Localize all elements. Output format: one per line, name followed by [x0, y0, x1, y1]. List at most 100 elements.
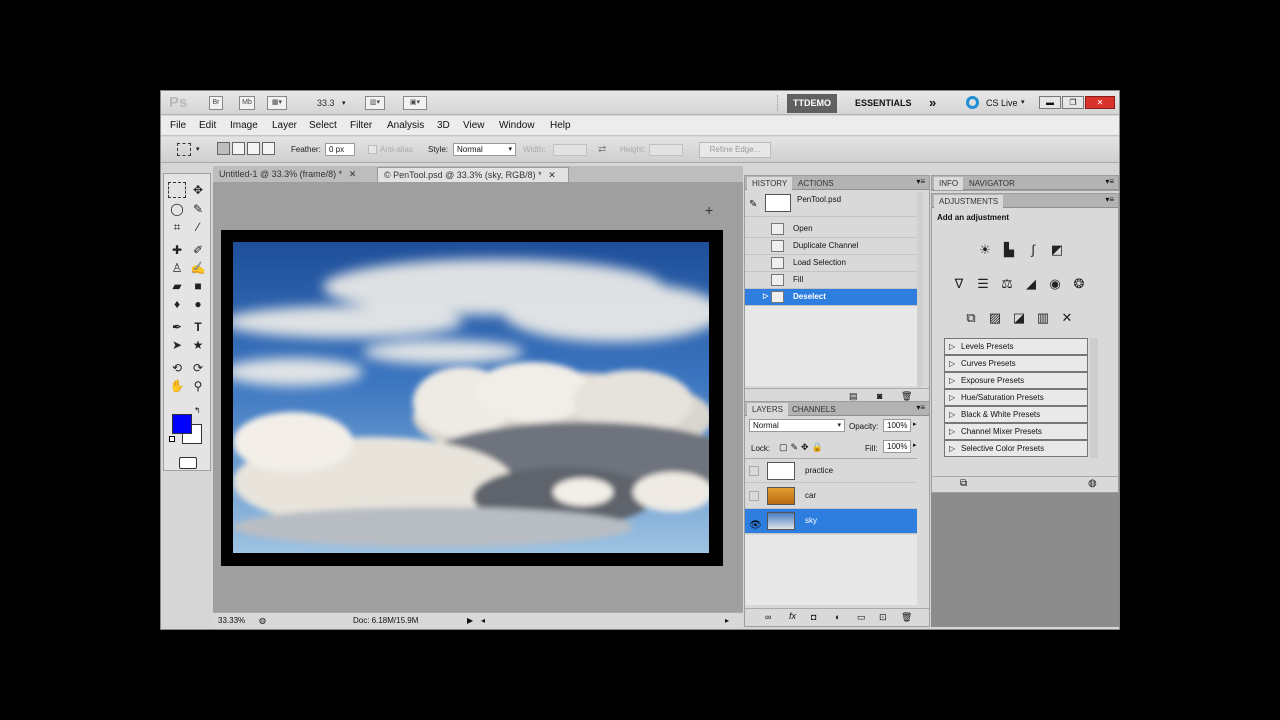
clone-stamp-tool-icon[interactable]: ♙ — [168, 260, 186, 276]
menu-window[interactable]: Window — [499, 120, 535, 131]
restore-button[interactable]: ❐ — [1062, 96, 1084, 109]
photo-filter-icon[interactable]: ◉ — [1046, 276, 1064, 292]
swap-colors-icon[interactable]: ↰ — [194, 406, 201, 415]
black-white-icon[interactable]: ◢ — [1022, 276, 1040, 292]
clip-to-layer-icon[interactable]: ◍ — [1088, 478, 1097, 489]
screen-mode-button[interactable]: ▣▾ — [403, 96, 427, 110]
subtract-selection-icon[interactable] — [247, 142, 260, 155]
menu-image[interactable]: Image — [230, 120, 258, 131]
pen-tool-icon[interactable]: ✒ — [168, 319, 186, 335]
menu-view[interactable]: View — [463, 120, 485, 131]
return-to-list-icon[interactable]: ⧉ — [960, 478, 967, 489]
color-balance-icon[interactable]: ⚖ — [998, 276, 1016, 292]
levels-icon[interactable]: ▙ — [1000, 242, 1018, 258]
quick-selection-tool-icon[interactable]: ✎ — [189, 201, 207, 217]
visibility-toggle[interactable] — [749, 491, 759, 501]
lock-icons[interactable]: ▢✎✥🔒 — [779, 442, 826, 453]
tab-info[interactable]: INFO — [934, 177, 964, 190]
add-to-selection-icon[interactable] — [232, 142, 245, 155]
tab-navigator[interactable]: NAVIGATOR — [964, 177, 1020, 190]
preset-item[interactable]: ▷ Selective Color Presets — [944, 440, 1088, 457]
quick-mask-icon[interactable] — [179, 457, 197, 469]
layer-style-icon[interactable]: fx — [789, 611, 796, 621]
healing-brush-tool-icon[interactable]: ✚ — [168, 242, 186, 258]
workspace-ttdemo[interactable]: TTDEMO — [787, 94, 837, 113]
blur-tool-icon[interactable]: ♦ — [168, 296, 186, 312]
history-item[interactable]: Duplicate Channel — [745, 238, 917, 255]
type-tool-icon[interactable]: T — [189, 319, 207, 335]
fill-input[interactable]: 100% — [883, 440, 911, 453]
minimize-button[interactable]: ▬ — [1039, 96, 1061, 109]
tab-actions[interactable]: ACTIONS — [793, 177, 839, 190]
scroll-right-icon[interactable]: ▸ — [725, 616, 729, 625]
tool-preset-dropdown-icon[interactable]: ▾ — [196, 145, 200, 153]
curves-icon[interactable]: ∫ — [1024, 242, 1042, 258]
panel-menu-icon[interactable]: ▾≡ — [916, 177, 925, 186]
width-input[interactable] — [553, 144, 587, 156]
lasso-tool-icon[interactable]: ◯ — [168, 201, 186, 217]
history-snapshot[interactable]: ✎ PenTool.psd — [745, 191, 917, 217]
panel-menu-icon[interactable]: ▾≡ — [1105, 195, 1114, 204]
zoom-tool-icon[interactable]: ⚲ — [189, 378, 207, 394]
channel-mixer-icon[interactable]: ❂ — [1070, 276, 1088, 292]
move-tool-icon[interactable]: ✥ — [189, 182, 207, 198]
preset-item[interactable]: ▷ Levels Presets — [944, 338, 1088, 355]
threshold-icon[interactable]: ◪ — [1010, 310, 1028, 326]
adjustment-layer-icon[interactable]: ◐ — [835, 612, 840, 622]
zoom-dropdown-icon[interactable]: ▾ — [342, 99, 346, 107]
arrange-documents-button[interactable]: ▥▾ — [365, 96, 385, 110]
menu-help[interactable]: Help — [550, 120, 571, 131]
cs-live-dropdown-icon[interactable]: ▾ — [1021, 98, 1025, 106]
shape-tool-icon[interactable]: ★ — [189, 337, 207, 353]
workspace-essentials[interactable]: ESSENTIALS — [849, 94, 918, 113]
tab-history[interactable]: HISTORY — [747, 177, 793, 190]
layer-row-selected[interactable]: 👁 sky — [745, 509, 917, 534]
default-colors-icon[interactable] — [169, 436, 175, 442]
preset-item[interactable]: ▷ Hue/Saturation Presets — [944, 389, 1088, 406]
3d-rotate-tool-icon[interactable]: ⟲ — [168, 360, 186, 376]
history-brush-icon[interactable]: ✎ — [749, 196, 757, 214]
mini-bridge-button[interactable]: Mb — [239, 96, 255, 110]
exposure-icon[interactable]: ◩ — [1048, 242, 1066, 258]
panel-menu-icon[interactable]: ▾≡ — [1105, 177, 1114, 186]
dodge-tool-icon[interactable]: ● — [189, 296, 207, 312]
status-menu-arrow-icon[interactable]: ▶ — [467, 616, 473, 625]
visibility-toggle[interactable] — [749, 466, 759, 476]
history-brush-tool-icon[interactable]: ✍ — [189, 260, 207, 276]
posterize-icon[interactable]: ▨ — [986, 310, 1004, 326]
more-workspaces-icon[interactable]: » — [929, 95, 936, 110]
crop-tool-icon[interactable]: ⌗ — [168, 219, 186, 235]
brightness-contrast-icon[interactable]: ☀ — [976, 242, 994, 258]
marquee-tool-icon[interactable] — [168, 182, 186, 198]
history-item[interactable]: Fill — [745, 272, 917, 289]
eyedropper-tool-icon[interactable]: ⁄ — [189, 219, 207, 235]
history-item[interactable]: Open — [745, 221, 917, 238]
layer-row[interactable]: car — [745, 484, 917, 509]
canvas-area[interactable]: + — [213, 182, 743, 612]
style-select[interactable]: Normal ▾ — [453, 143, 516, 156]
new-snapshot-icon[interactable]: ◙ — [877, 391, 882, 401]
invert-icon[interactable]: ⧉ — [962, 310, 980, 326]
swap-icon[interactable]: ⇄ — [598, 144, 606, 155]
3d-orbit-tool-icon[interactable]: ⟳ — [189, 360, 207, 376]
preset-item[interactable]: ▷ Exposure Presets — [944, 372, 1088, 389]
path-selection-tool-icon[interactable]: ➤ — [168, 337, 186, 353]
menu-file[interactable]: File — [170, 120, 186, 131]
intersect-selection-icon[interactable] — [262, 142, 275, 155]
zoom-level[interactable]: 33.3 — [317, 98, 335, 108]
preset-item[interactable]: ▷ Channel Mixer Presets — [944, 423, 1088, 440]
selective-color-icon[interactable]: ✕ — [1058, 310, 1076, 326]
opacity-input[interactable]: 100% — [883, 419, 911, 432]
menu-analysis[interactable]: Analysis — [387, 120, 424, 131]
brush-tool-icon[interactable]: ✐ — [189, 242, 207, 258]
preset-item[interactable]: ▷ Black & White Presets — [944, 406, 1088, 423]
close-tab-icon[interactable]: ✕ — [349, 169, 357, 179]
menu-select[interactable]: Select — [309, 120, 337, 131]
tab-adjustments[interactable]: ADJUSTMENTS — [934, 195, 1004, 208]
hand-tool-icon[interactable]: ✋ — [168, 378, 186, 394]
vibrance-icon[interactable]: ∇ — [950, 276, 968, 292]
delete-layer-icon[interactable]: 🗑 — [901, 612, 912, 623]
history-item[interactable]: Load Selection — [745, 255, 917, 272]
tab-layers[interactable]: LAYERS — [747, 403, 788, 416]
tool-preset-icon[interactable] — [177, 143, 191, 156]
